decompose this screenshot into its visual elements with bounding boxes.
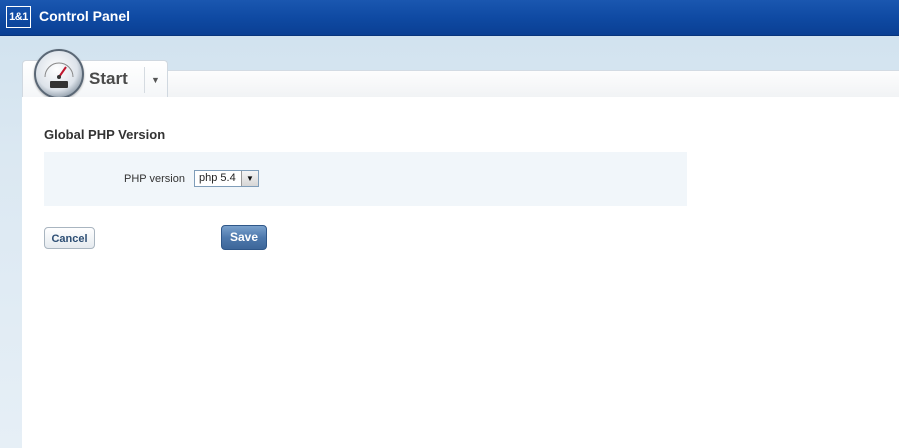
save-button[interactable]: Save xyxy=(221,225,267,250)
php-version-select[interactable]: php 5.4 ▼ xyxy=(194,170,259,187)
dashboard-gauge-icon[interactable] xyxy=(34,49,84,99)
chevron-down-icon[interactable]: ▼ xyxy=(151,75,160,85)
select-arrow-icon[interactable]: ▼ xyxy=(241,171,258,186)
php-version-label: PHP version xyxy=(124,173,185,185)
cancel-button[interactable]: Cancel xyxy=(44,227,95,249)
tab-start-label[interactable]: Start xyxy=(89,69,128,89)
tab-divider xyxy=(144,67,145,93)
top-header-bar: 1&1 Control Panel xyxy=(0,0,899,36)
brand-logo[interactable]: 1&1 xyxy=(6,6,31,28)
page-title: Global PHP Version xyxy=(44,127,166,142)
php-version-value: php 5.4 xyxy=(199,172,236,184)
content-panel xyxy=(22,97,899,448)
app-title: Control Panel xyxy=(39,8,131,24)
